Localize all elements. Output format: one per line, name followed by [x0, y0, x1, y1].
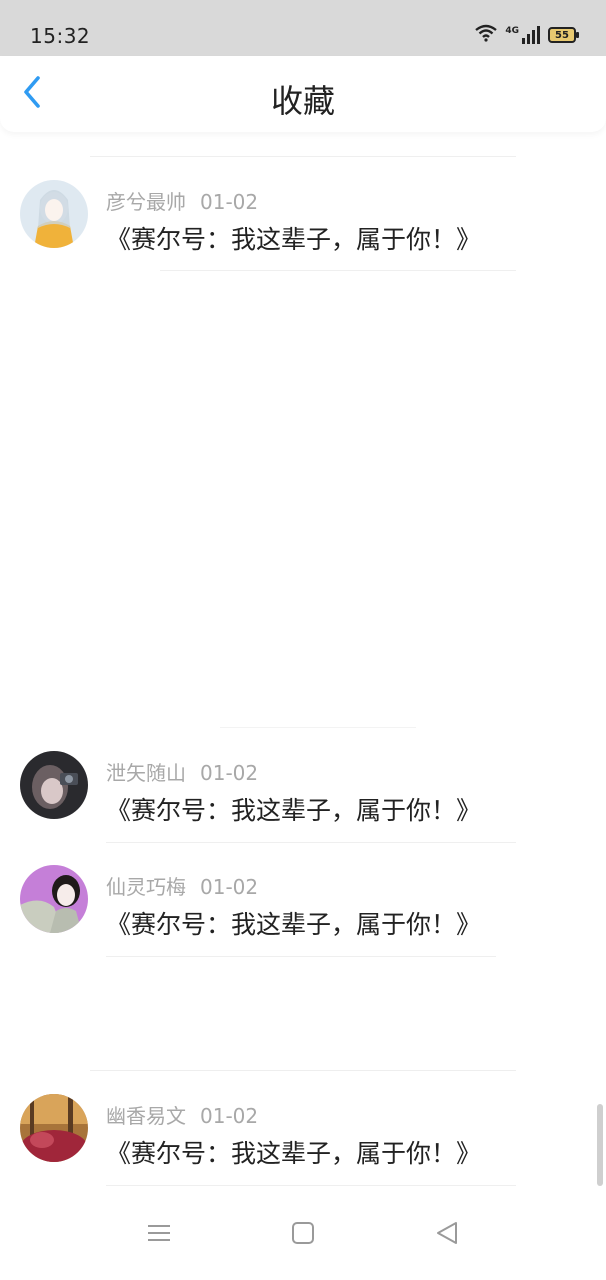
- avatar[interactable]: [20, 180, 88, 248]
- divider: [220, 727, 416, 728]
- post-date: 01-02: [200, 1104, 259, 1128]
- item-title[interactable]: 《赛尔号：我这辈子，属于你！》: [106, 220, 481, 256]
- item-title[interactable]: 《赛尔号：我这辈子，属于你！》: [106, 1134, 481, 1170]
- back-triangle-icon: [432, 1222, 462, 1252]
- home-button[interactable]: [288, 1218, 318, 1248]
- home-icon: [288, 1222, 318, 1252]
- author-name: 彦兮最帅: [106, 190, 186, 214]
- item-meta: 仙灵巧梅 01-02: [106, 871, 258, 900]
- item-meta: 彦兮最帅 01-02: [106, 186, 258, 215]
- header: 收藏: [0, 56, 606, 132]
- signal-icon: 4G: [505, 26, 540, 44]
- menu-button[interactable]: [144, 1218, 174, 1248]
- network-type: 4G: [505, 26, 519, 36]
- item-meta: 泄矢随山 01-02: [106, 757, 258, 786]
- avatar[interactable]: [20, 751, 88, 819]
- post-date: 01-02: [200, 761, 259, 785]
- divider: [106, 1185, 516, 1186]
- divider: [106, 956, 496, 957]
- wifi-icon: [475, 24, 498, 46]
- author-name: 泄矢随山: [106, 761, 186, 785]
- list-item[interactable]: 幽香易文 01-02 《赛尔号：我这辈子，属于你！》: [0, 1080, 606, 1180]
- divider: [90, 156, 516, 157]
- post-date: 01-02: [200, 190, 259, 214]
- status-bar: 15:32 4G 55: [0, 0, 606, 56]
- avatar[interactable]: [20, 865, 88, 933]
- divider: [106, 842, 516, 843]
- back-nav-button[interactable]: [432, 1218, 462, 1248]
- status-time: 15:32: [30, 24, 91, 48]
- list-item[interactable]: 泄矢随山 01-02 《赛尔号：我这辈子，属于你！》: [0, 737, 606, 837]
- menu-icon: [144, 1225, 174, 1252]
- system-nav-bar: [0, 1190, 606, 1280]
- divider: [90, 1070, 516, 1071]
- item-title[interactable]: 《赛尔号：我这辈子，属于你！》: [106, 905, 481, 941]
- post-date: 01-02: [200, 875, 259, 899]
- divider: [160, 270, 516, 271]
- item-meta: 幽香易文 01-02: [106, 1100, 258, 1129]
- item-title[interactable]: 《赛尔号：我这辈子，属于你！》: [106, 791, 481, 827]
- status-icons: 4G 55: [475, 24, 579, 46]
- avatar[interactable]: [20, 1094, 88, 1162]
- author-name: 幽香易文: [106, 1104, 186, 1128]
- list-item[interactable]: 仙灵巧梅 01-02 《赛尔号：我这辈子，属于你！》: [0, 851, 606, 951]
- scrollbar[interactable]: [597, 1104, 603, 1186]
- list-item[interactable]: 彦兮最帅 01-02 《赛尔号：我这辈子，属于你！》: [0, 166, 606, 266]
- page-title: 收藏: [270, 82, 335, 120]
- battery-icon: 55: [548, 27, 579, 43]
- battery-level: 55: [555, 29, 569, 41]
- author-name: 仙灵巧梅: [106, 875, 186, 899]
